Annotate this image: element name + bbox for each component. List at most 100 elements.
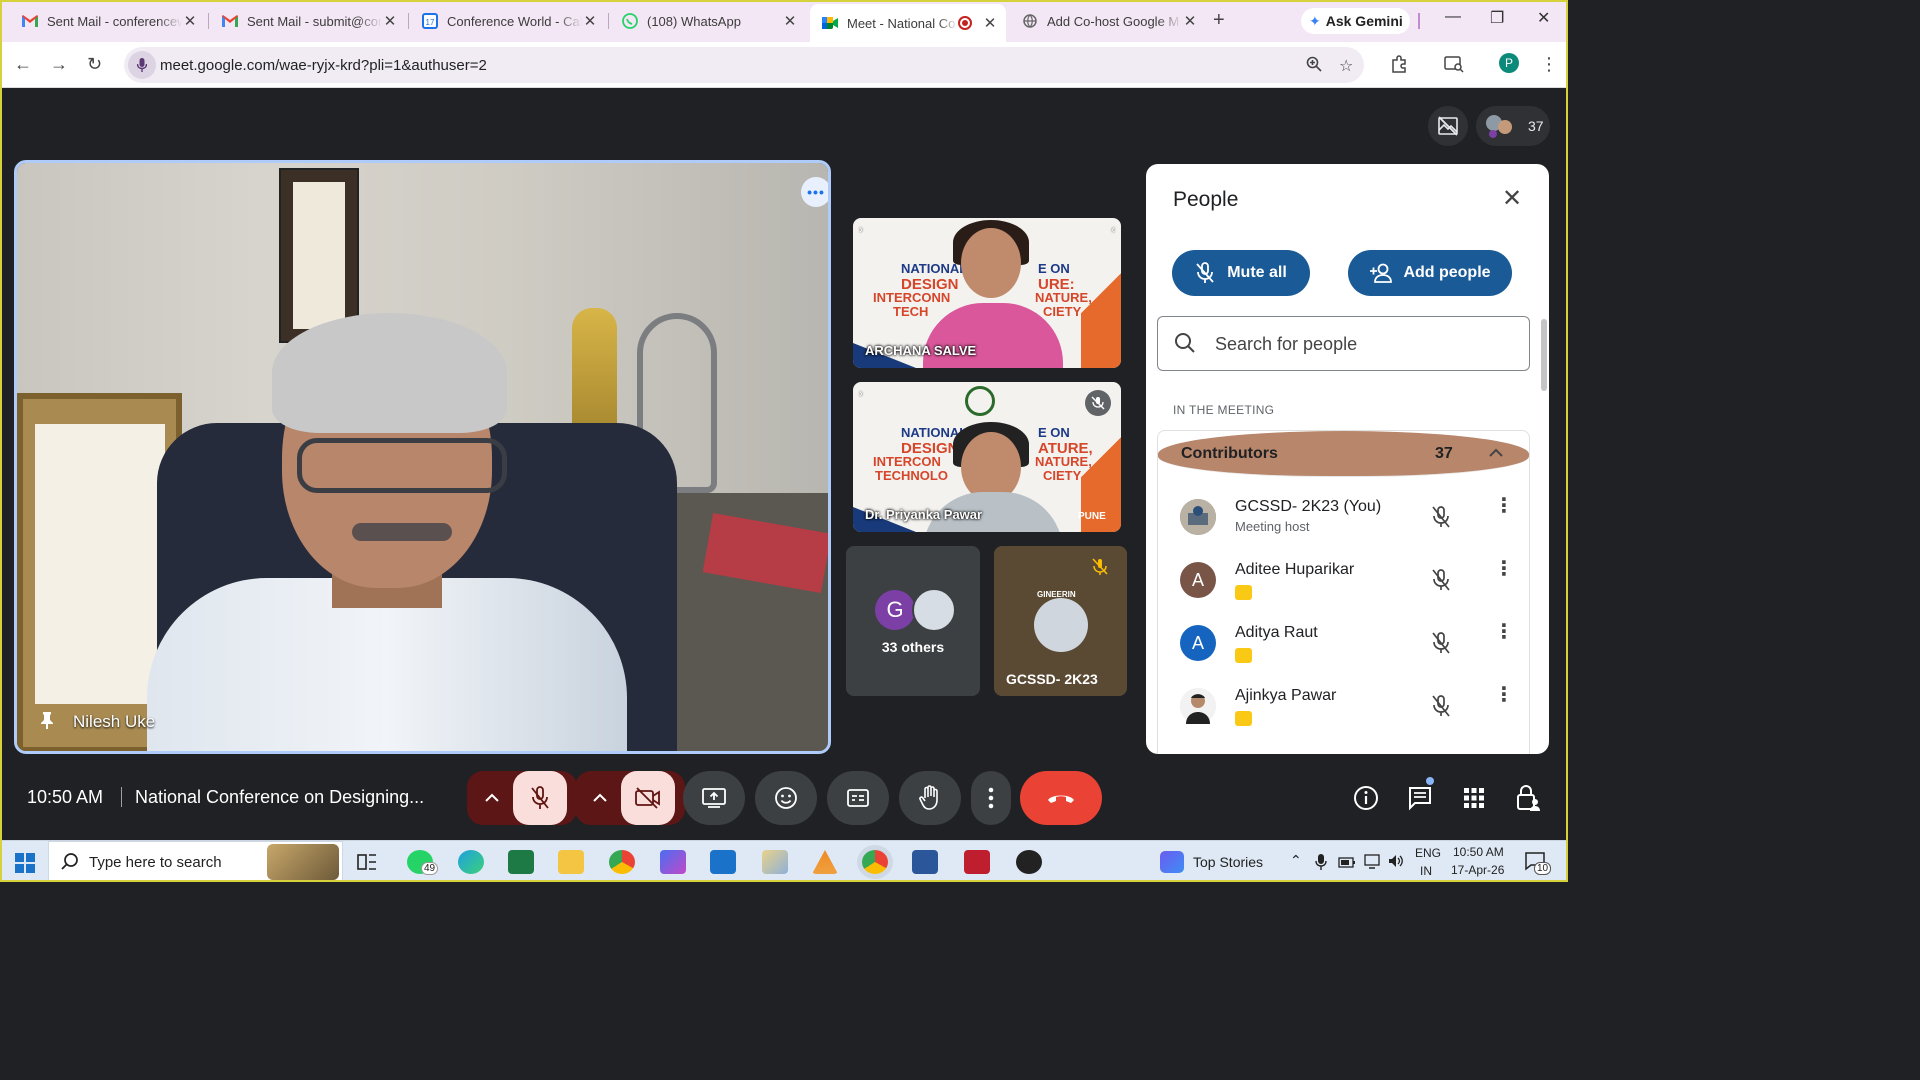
more-options-button[interactable] bbox=[971, 771, 1011, 825]
mute-all-button[interactable]: Mute all bbox=[1172, 250, 1310, 296]
vlc-icon[interactable] bbox=[812, 850, 838, 874]
top-stories-label[interactable]: Top Stories bbox=[1193, 854, 1263, 870]
profile-avatar[interactable]: P bbox=[1499, 53, 1519, 73]
volume-icon[interactable] bbox=[1387, 853, 1405, 874]
language-line2[interactable]: IN bbox=[1420, 864, 1432, 878]
video-tile-archana[interactable]: NATIONAL E ON DESIGN URE: INTERCONN NATU… bbox=[853, 218, 1121, 368]
close-tab-icon[interactable]: ✕ bbox=[982, 14, 998, 32]
restore-icon[interactable]: ❐ bbox=[1490, 8, 1504, 28]
more-vert-icon[interactable]: ⋮ bbox=[1494, 559, 1514, 579]
reload-icon[interactable]: ↻ bbox=[87, 54, 102, 75]
mic-options-button[interactable] bbox=[467, 771, 517, 825]
m365-icon[interactable] bbox=[660, 850, 686, 874]
file-explorer-icon[interactable] bbox=[558, 850, 584, 874]
mic-off-icon[interactable] bbox=[1430, 694, 1452, 723]
extensions-icon[interactable] bbox=[1390, 55, 1408, 78]
task-view-icon[interactable] bbox=[356, 851, 378, 878]
chevron-up-icon[interactable] bbox=[1489, 445, 1503, 461]
camera-toggle-button[interactable] bbox=[621, 771, 675, 825]
ask-gemini-button[interactable]: ✦ Ask Gemini bbox=[1301, 8, 1410, 34]
contributors-header[interactable]: Contributors 37 bbox=[1158, 431, 1529, 477]
camera-options-button[interactable] bbox=[575, 771, 625, 825]
microphone-toggle-button[interactable] bbox=[513, 771, 567, 825]
chrome-active-icon[interactable] bbox=[862, 850, 888, 874]
more-options-icon[interactable]: ••• bbox=[801, 177, 828, 207]
search-input[interactable]: Search for people bbox=[1157, 316, 1530, 371]
captions-button[interactable] bbox=[827, 771, 889, 825]
excel-icon[interactable] bbox=[508, 850, 534, 874]
tab-add-cohost[interactable]: Add Co-host Google M ✕ bbox=[1010, 6, 1206, 36]
mic-tray-icon[interactable] bbox=[1315, 853, 1327, 876]
paint-icon[interactable] bbox=[762, 850, 788, 874]
more-vert-icon[interactable]: ⋮ bbox=[1494, 622, 1514, 642]
list-item[interactable]: A Aditya Raut ⋮ bbox=[1158, 622, 1529, 687]
close-tab-icon[interactable]: ✕ bbox=[382, 12, 398, 30]
close-tab-icon[interactable]: ✕ bbox=[182, 12, 198, 30]
activities-button[interactable] bbox=[1454, 771, 1494, 825]
layout-button[interactable] bbox=[1428, 106, 1468, 146]
chrome-icon[interactable] bbox=[609, 850, 635, 874]
video-tile-priyanka[interactable]: NATIONAL E ON DESIGN ATURE, INTERCON NAT… bbox=[853, 382, 1121, 532]
main-video-tile[interactable]: ••• Nilesh Uke bbox=[14, 160, 831, 754]
tab-sent-mail-1[interactable]: Sent Mail - conferencew ✕ bbox=[10, 6, 206, 36]
minimize-icon[interactable]: — bbox=[1445, 8, 1461, 26]
close-icon[interactable]: ✕ bbox=[1502, 184, 1522, 213]
language-line1[interactable]: ENG bbox=[1415, 846, 1441, 860]
leave-call-button[interactable] bbox=[1020, 771, 1102, 825]
tab-whatsapp[interactable]: (108) WhatsApp ✕ bbox=[610, 6, 806, 36]
address-bar[interactable]: meet.google.com/wae-ryjx-krd?pli=1&authu… bbox=[124, 47, 1364, 83]
obs-icon[interactable] bbox=[1016, 850, 1042, 874]
zoom-icon[interactable] bbox=[1306, 56, 1322, 77]
news-icon[interactable] bbox=[1160, 851, 1184, 873]
network-icon[interactable] bbox=[1363, 853, 1381, 874]
browser-menu-icon[interactable]: ⋮ bbox=[1540, 54, 1558, 75]
notifications-icon[interactable]: 10 bbox=[1524, 851, 1552, 876]
back-icon[interactable]: ← bbox=[14, 54, 32, 75]
close-tab-icon[interactable]: ✕ bbox=[1182, 12, 1198, 30]
more-vert-icon[interactable]: ⋮ bbox=[1494, 496, 1514, 516]
clock-time[interactable]: 10:50 AM bbox=[1453, 845, 1504, 859]
close-tab-icon[interactable]: ✕ bbox=[582, 12, 598, 30]
banner-text: E ON bbox=[1038, 261, 1070, 276]
tab-sent-mail-2[interactable]: Sent Mail - submit@conf ✕ bbox=[210, 6, 406, 36]
mic-off-icon[interactable] bbox=[1430, 505, 1452, 534]
word-icon[interactable] bbox=[912, 850, 938, 874]
windows-start-icon[interactable] bbox=[15, 853, 35, 878]
mic-permission-icon[interactable] bbox=[128, 51, 156, 79]
mic-off-icon[interactable] bbox=[1430, 631, 1452, 660]
list-item[interactable]: GCSSD- 2K23 (You) Meeting host ⋮ bbox=[1158, 496, 1529, 561]
close-window-icon[interactable]: ✕ bbox=[1537, 8, 1550, 28]
whatsapp-taskbar-icon[interactable]: 49 bbox=[407, 850, 439, 875]
battery-icon[interactable] bbox=[1338, 855, 1356, 874]
participant-name: Aditee Huparikar bbox=[1235, 561, 1355, 578]
mic-off-icon[interactable] bbox=[1430, 568, 1452, 597]
chevron-up-icon[interactable]: ⌃ bbox=[1290, 852, 1302, 869]
bookmark-star-icon[interactable]: ☆ bbox=[1339, 56, 1353, 76]
list-item[interactable]: Ajinkya Pawar ⋮ bbox=[1158, 685, 1529, 750]
participants-button[interactable]: 37 bbox=[1476, 106, 1550, 146]
outlook-icon[interactable] bbox=[710, 850, 736, 874]
divider bbox=[121, 787, 122, 807]
clock-date[interactable]: 17-Apr-26 bbox=[1451, 863, 1504, 877]
reactions-button[interactable] bbox=[755, 771, 817, 825]
tab-search-icon[interactable] bbox=[1444, 55, 1464, 78]
add-people-button[interactable]: Add people bbox=[1348, 250, 1512, 296]
filezilla-icon[interactable] bbox=[964, 850, 990, 874]
scrollbar[interactable] bbox=[1541, 319, 1547, 391]
host-tile[interactable]: GINEERIN GCSSD- 2K23 bbox=[994, 546, 1127, 696]
tab-calendar[interactable]: 17 Conference World - Cal ✕ bbox=[410, 6, 606, 36]
present-screen-button[interactable] bbox=[683, 771, 745, 825]
close-tab-icon[interactable]: ✕ bbox=[782, 12, 798, 30]
chat-button[interactable] bbox=[1400, 771, 1440, 825]
list-item[interactable]: A Aditee Huparikar ⋮ bbox=[1158, 559, 1529, 624]
tab-meet[interactable]: Meet - National Co ✕ bbox=[810, 4, 1006, 42]
meeting-details-button[interactable] bbox=[1346, 771, 1386, 825]
more-vert-icon[interactable]: ⋮ bbox=[1494, 685, 1514, 705]
raise-hand-button[interactable] bbox=[899, 771, 961, 825]
others-tile[interactable]: G 33 others bbox=[846, 546, 980, 696]
host-controls-button[interactable] bbox=[1508, 771, 1548, 825]
taskbar-search-input[interactable]: Type here to search bbox=[48, 841, 343, 882]
edge-icon[interactable] bbox=[458, 850, 484, 874]
new-tab-button[interactable]: + bbox=[1213, 9, 1225, 32]
forward-icon[interactable]: → bbox=[50, 54, 68, 75]
